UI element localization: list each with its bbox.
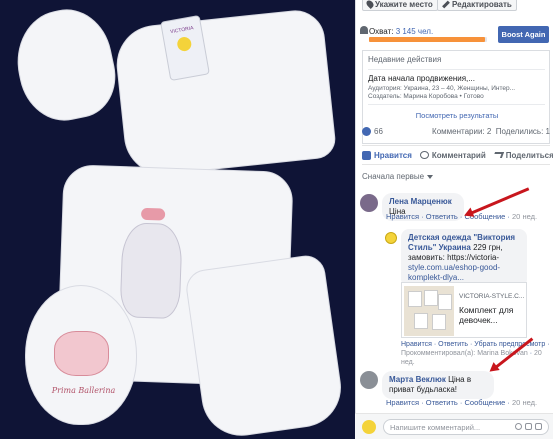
- comment-like-link[interactable]: Нравится: [386, 212, 419, 221]
- baby-pants: [183, 253, 347, 439]
- thumbnail-item: [438, 294, 452, 310]
- reach-progress-bar: [369, 37, 487, 42]
- recent-action-audience: Аудитория: Украина, 23 – 40, Женщины, Ин…: [368, 85, 516, 92]
- brand-tag-text: VICTORIA: [169, 25, 194, 36]
- comment-bubble: Марта Веклюк Ціна в приват будьласка!: [382, 371, 494, 399]
- gif-icon[interactable]: [535, 423, 542, 430]
- thumbnail-item: [414, 313, 428, 329]
- reply-link-3[interactable]: style.com.ua/eshop-good-: [408, 263, 500, 272]
- baby-bodysuit: [112, 7, 338, 179]
- post-stats: 66 Комментарии: 2 Поделились: 1: [362, 125, 550, 139]
- link-title[interactable]: Комплект для девочек...: [459, 305, 525, 325]
- bow-print: [140, 207, 166, 221]
- boost-again-button[interactable]: Boost Again: [498, 26, 549, 43]
- camera-icon[interactable]: [525, 423, 532, 430]
- thumbs-up-icon: [362, 150, 371, 160]
- comment-icon: [419, 151, 429, 159]
- like-reaction-icon: [362, 127, 371, 136]
- reply-actions: Нравится · Ответить · Убрать предпросмот…: [401, 341, 550, 366]
- like-button[interactable]: Нравится: [362, 150, 412, 160]
- shares-count[interactable]: Поделились: 1: [496, 127, 550, 136]
- comment-author[interactable]: Лена Марценюк: [389, 197, 452, 206]
- chick-logo-icon: [176, 35, 193, 53]
- reply-link-4[interactable]: komplekt-dlya...: [408, 273, 464, 282]
- avatar[interactable]: [360, 194, 378, 212]
- comment-button[interactable]: Комментарий: [419, 150, 486, 160]
- sort-label: Сначала первые: [362, 172, 425, 181]
- thumbnail-item: [424, 290, 438, 306]
- post-actions-bar: Нравится Комментарий Поделиться: [362, 145, 553, 165]
- comment-like-link[interactable]: Нравится: [386, 398, 419, 407]
- reply-text-1: 229 грн,: [473, 243, 503, 252]
- reach-label: Охват:: [369, 27, 396, 36]
- recent-action-item[interactable]: Дата начала продвижения,... Аудитория: У…: [368, 69, 545, 105]
- comment-message-link[interactable]: Сообщение: [465, 398, 506, 407]
- link-preview-thumbnail: [404, 286, 454, 336]
- page-avatar[interactable]: [385, 232, 397, 244]
- product-photo[interactable]: VICTORIA Prima Ballerina: [0, 0, 355, 439]
- bunny-print: [119, 222, 183, 320]
- recent-action-title: Дата начала продвижения,...: [368, 74, 475, 83]
- comment-time[interactable]: 20 нед.: [512, 212, 537, 221]
- edit-button-label: Редактировать: [452, 0, 512, 9]
- reach-summary: Охват: 3 145 чел. Boost Again: [360, 20, 550, 48]
- bib-script-text: Prima Ballerina: [51, 386, 116, 395]
- like-count[interactable]: 66: [374, 127, 383, 136]
- thumbnail-item: [408, 291, 422, 307]
- comment-actions: Нравится · Ответить · Сообщение · 20 нед…: [386, 398, 538, 407]
- hide-preview-link[interactable]: Убрать предпросмотр: [474, 341, 545, 348]
- edit-button[interactable]: Редактировать: [437, 0, 517, 11]
- ballet-shoes-print: [54, 331, 109, 376]
- reach-text: Охват: 3 145 чел.: [369, 27, 433, 36]
- reach-progress-fill: [369, 37, 485, 42]
- reply-like-link[interactable]: Нравится: [401, 341, 432, 348]
- link-domain: VICTORIA-STYLE.C...: [459, 293, 525, 300]
- comment-author[interactable]: Марта Веклюк: [389, 375, 446, 384]
- emoji-icon[interactable]: [515, 423, 522, 430]
- reply-bubble: Детская одежда "Виктория Стиль" Украина …: [401, 229, 527, 287]
- comment-reply-link[interactable]: Ответить: [426, 212, 458, 221]
- share-button-label: Поделиться: [505, 150, 553, 160]
- share-button[interactable]: Поделиться: [492, 150, 553, 160]
- baby-bib: Prima Ballerina: [25, 285, 137, 425]
- location-button[interactable]: Укажите место: [362, 0, 438, 11]
- view-results-link[interactable]: Посмотреть результаты: [363, 111, 551, 120]
- location-button-label: Укажите место: [375, 0, 433, 9]
- comments-count[interactable]: Комментарии: 2: [432, 127, 491, 136]
- avatar[interactable]: [360, 371, 378, 389]
- comment-button-label: Комментарий: [431, 150, 486, 160]
- link-preview-card[interactable]: VICTORIA-STYLE.C... Комплект для девочек…: [401, 282, 527, 338]
- like-button-label: Нравится: [374, 150, 412, 160]
- thumbnail-item: [432, 314, 446, 330]
- comment-time[interactable]: 20 нед.: [512, 398, 537, 407]
- share-icon: [492, 152, 504, 158]
- reach-count[interactable]: 3 145 чел.: [396, 27, 433, 36]
- comment-actions: Нравится · Ответить · Сообщение · 20 нед…: [386, 212, 538, 221]
- recent-actions-title: Недавние действия: [368, 55, 442, 64]
- reply-text-2: замовить: https://victoria-: [408, 253, 500, 262]
- baby-bonnet: [7, 1, 124, 129]
- pencil-icon: [442, 0, 450, 8]
- comment-sort-dropdown[interactable]: Сначала первые: [362, 172, 434, 181]
- people-icon: [360, 26, 368, 34]
- comment-composer: Напишите комментарий...: [355, 413, 553, 439]
- recent-action-status: Создатель: Марина Коробова • Готово: [368, 93, 484, 100]
- chevron-down-icon: [427, 174, 434, 179]
- reply-reply-link[interactable]: Ответить: [438, 341, 468, 348]
- comment-reply-link[interactable]: Ответить: [426, 398, 458, 407]
- location-pin-icon: [365, 0, 375, 9]
- page-avatar: [362, 420, 376, 434]
